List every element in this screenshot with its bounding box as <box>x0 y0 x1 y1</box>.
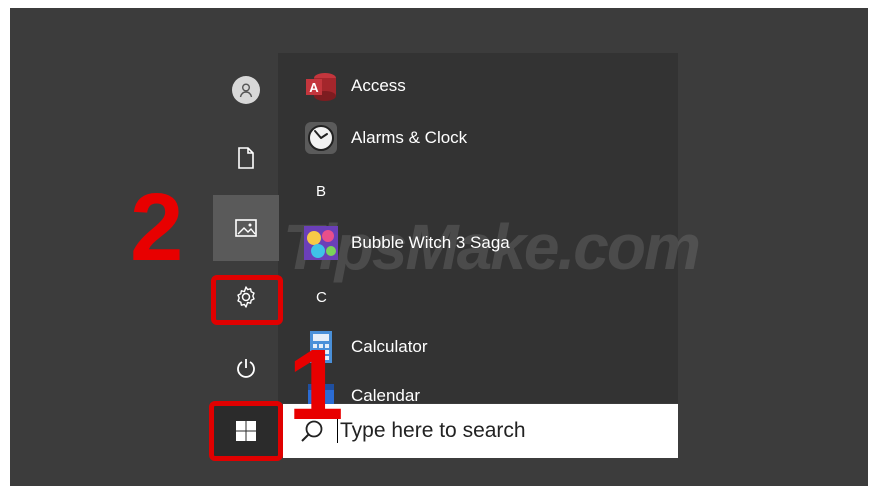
access-icon: A <box>304 69 338 103</box>
app-item-alarms-clock[interactable]: Alarms & Clock <box>304 120 467 156</box>
start-button-highlight-box <box>209 401 283 461</box>
app-label: Calendar <box>351 386 420 404</box>
app-label: Calculator <box>351 337 428 356</box>
app-label: Alarms & Clock <box>351 128 468 147</box>
documents-icon <box>238 147 254 169</box>
app-item-access[interactable]: A Access <box>304 68 406 104</box>
alarm-clock-icon <box>304 121 338 155</box>
section-letter-c[interactable]: C <box>316 289 327 306</box>
settings-highlight-box <box>211 275 283 325</box>
step-2-label: 2 <box>130 174 184 281</box>
app-label: Bubble Witch 3 Saga <box>351 233 510 252</box>
user-icon <box>232 76 260 104</box>
power-icon <box>237 359 255 378</box>
search-input[interactable] <box>337 419 640 443</box>
section-letter-b[interactable]: B <box>316 183 326 200</box>
app-label: Access <box>351 76 406 95</box>
step-1-label: 1 <box>288 329 344 441</box>
pictures-icon <box>235 219 257 237</box>
pictures-button[interactable] <box>213 195 279 261</box>
svg-text:A: A <box>309 80 319 95</box>
user-account-button[interactable] <box>213 65 279 115</box>
documents-button[interactable] <box>213 133 279 183</box>
power-button[interactable] <box>213 343 279 393</box>
app-item-bubble-witch[interactable]: Bubble Witch 3 Saga <box>304 225 510 261</box>
bubble-witch-icon <box>304 226 338 260</box>
